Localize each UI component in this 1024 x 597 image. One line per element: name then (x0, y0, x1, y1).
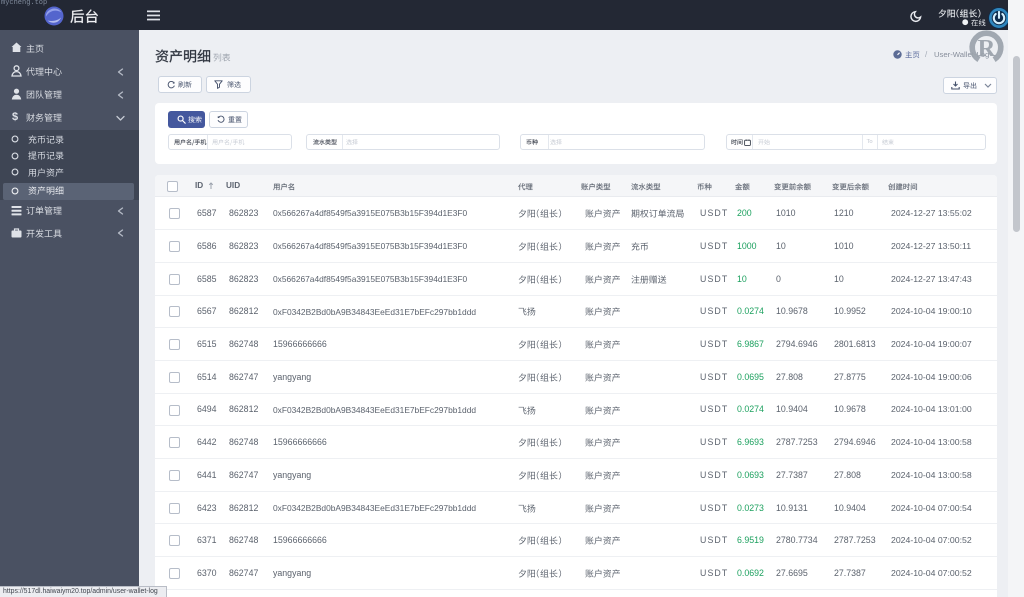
svg-text:R: R (978, 35, 996, 62)
